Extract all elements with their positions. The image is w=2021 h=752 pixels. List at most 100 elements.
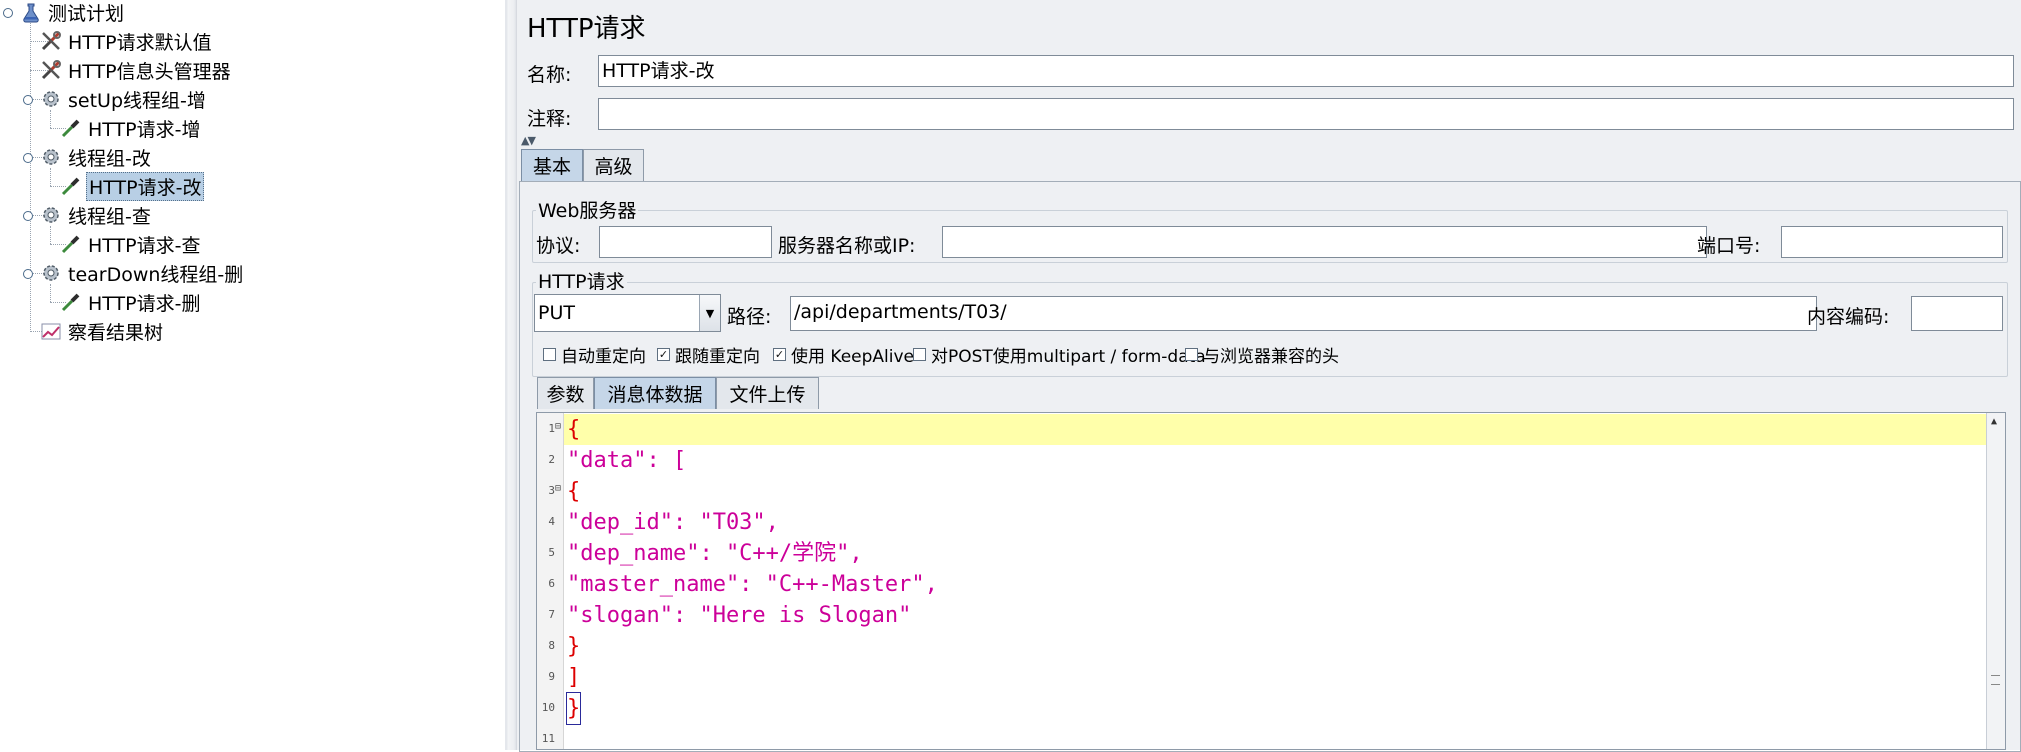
tree-item-label: 线程组-查 — [68, 205, 151, 228]
tab-file-upload[interactable]: 文件上传 — [716, 377, 819, 409]
method-select-value: PUT — [538, 302, 575, 324]
tree-item-test-plan[interactable]: 测试计划 — [20, 0, 126, 26]
tree-item-label: HTTP请求默认值 — [68, 31, 212, 54]
tree-item-label: HTTP请求-增 — [88, 118, 201, 141]
pipette-icon — [60, 117, 82, 139]
expand-toggle-test-plan[interactable] — [3, 8, 13, 18]
tree-item-group-update[interactable]: 线程组-改 — [40, 143, 153, 171]
tab-advanced[interactable]: 高级 — [583, 149, 644, 181]
tree-item-label: HTTP请求-查 — [88, 234, 201, 257]
graph-icon — [40, 320, 62, 342]
tree-item-teardown-group[interactable]: tearDown线程组-删 — [40, 259, 245, 287]
body-data-editor[interactable]: 1 2 3 4 5 6 7 8 9 10 11 ⊟ ⊟ { "data": [ … — [536, 412, 2006, 750]
code-line: { — [567, 417, 581, 442]
checkmark-icon[interactable]: ✓ — [773, 348, 786, 361]
code-line: "master_name": "C++-Master", — [567, 572, 938, 597]
vertical-scrollbar[interactable]: ▲ — [1986, 413, 2005, 749]
checkbox-label: 与浏览器兼容的头 — [1203, 347, 1339, 367]
pipette-icon — [60, 233, 82, 255]
path-label: 路径: — [727, 306, 772, 328]
tree-item-label: 测试计划 — [48, 2, 125, 25]
code-line: { — [567, 479, 581, 504]
scrollbar-grip[interactable] — [1991, 675, 2000, 685]
checkbox-browser-headers[interactable]: 与浏览器兼容的头 — [1185, 342, 1339, 367]
checkbox-box[interactable] — [1185, 348, 1198, 361]
protocol-label: 协议: — [536, 235, 581, 257]
path-field[interactable]: /api/departments/T03/ — [790, 296, 1817, 331]
gear-icon — [40, 88, 62, 110]
line-number: 4 — [548, 515, 555, 528]
current-line-highlight — [564, 414, 2005, 445]
tree-item-label: 线程组-改 — [68, 147, 151, 170]
checkbox-multipart[interactable]: 对POST使用multipart / form-data — [913, 342, 1206, 367]
tab-body-data[interactable]: 消息体数据 — [594, 377, 716, 409]
tree-item-label: HTTP信息头管理器 — [68, 60, 231, 83]
line-number: 10 — [541, 701, 555, 714]
gear-icon — [40, 204, 62, 226]
line-number: 2 — [548, 453, 555, 466]
line-number: 9 — [548, 670, 555, 683]
checkbox-follow-redirects[interactable]: ✓ 跟随重定向 — [657, 342, 760, 367]
protocol-field[interactable] — [599, 226, 772, 258]
gear-icon — [40, 262, 62, 284]
scroll-up-icon[interactable]: ▲ — [1991, 416, 1997, 427]
checkbox-label: 跟随重定向 — [675, 347, 760, 367]
checkbox-keepalive[interactable]: ✓ 使用 KeepAlive — [773, 342, 914, 367]
server-name-label: 服务器名称或IP: — [778, 235, 916, 257]
checkbox-auto-redirect[interactable]: 自动重定向 — [543, 342, 646, 367]
page-title: HTTP请求 — [527, 14, 646, 44]
port-label: 端口号: — [1697, 235, 1761, 257]
tree-item-label: HTTP请求-删 — [88, 292, 201, 315]
pane-splitter[interactable] — [505, 0, 517, 750]
pipette-icon — [60, 175, 82, 197]
tree-item-view-results-tree[interactable]: 察看结果树 — [40, 317, 165, 345]
line-number: 3 — [548, 484, 555, 497]
content-encoding-field[interactable] — [1911, 296, 2003, 331]
checkbox-box[interactable] — [913, 348, 926, 361]
tree-item-group-query[interactable]: 线程组-查 — [40, 201, 153, 229]
expand-toggle-group-update[interactable] — [23, 153, 33, 163]
wrench-icon — [40, 59, 62, 81]
expand-toggle-teardown-group[interactable] — [23, 269, 33, 279]
tree-item-http-request-update[interactable]: HTTP请求-改 — [60, 171, 205, 201]
code-line: "data": [ — [567, 448, 687, 473]
checkbox-label: 使用 KeepAlive — [791, 347, 915, 367]
code-line: } — [565, 692, 582, 725]
line-number: 7 — [548, 608, 555, 621]
tree-item-http-request-query[interactable]: HTTP请求-查 — [60, 230, 202, 258]
pipette-icon — [60, 291, 82, 313]
tree-item-http-defaults[interactable]: HTTP请求默认值 — [40, 27, 214, 55]
expand-toggle-setup-group[interactable] — [23, 95, 33, 105]
fold-toggle-icon[interactable]: ⊟ — [555, 483, 561, 494]
tree-item-http-request-add[interactable]: HTTP请求-增 — [60, 114, 202, 142]
checkmark-icon[interactable]: ✓ — [657, 348, 670, 361]
tab-parameters[interactable]: 参数 — [537, 377, 594, 409]
fold-toggle-icon[interactable]: ⊟ — [555, 421, 561, 432]
checkbox-label: 对POST使用multipart / form-data — [931, 347, 1206, 367]
code-line: "dep_name": "C++/学院", — [567, 541, 863, 566]
tree-item-header-manager[interactable]: HTTP信息头管理器 — [40, 56, 233, 84]
checkbox-box[interactable] — [543, 348, 556, 361]
method-select[interactable]: PUT ▼ — [534, 294, 721, 332]
tree-item-http-request-delete[interactable]: HTTP请求-删 — [60, 288, 202, 316]
name-field[interactable]: HTTP请求-改 — [598, 55, 2014, 87]
expand-toggle-group-query[interactable] — [23, 211, 33, 221]
tree-item-setup-group[interactable]: setUp线程组-增 — [40, 85, 208, 113]
flask-icon — [20, 1, 42, 23]
checkbox-label: 自动重定向 — [561, 347, 646, 367]
web-server-group-title: Web服务器 — [536, 196, 639, 223]
line-number: 1 — [548, 422, 555, 435]
collapse-arrows-icon[interactable]: ▲▼ — [521, 134, 536, 147]
comment-field[interactable] — [598, 98, 2014, 130]
line-number: 11 — [541, 732, 555, 745]
code-line: } — [567, 634, 581, 659]
wrench-icon — [40, 30, 62, 52]
content-encoding-label: 内容编码: — [1807, 306, 1890, 328]
tab-basic[interactable]: 基本 — [521, 149, 583, 181]
tree-item-label: setUp线程组-增 — [68, 89, 206, 112]
server-name-field[interactable] — [942, 226, 1707, 258]
port-field[interactable] — [1781, 226, 2003, 258]
tree-item-label: HTTP请求-改 — [86, 171, 205, 201]
chevron-down-icon[interactable]: ▼ — [699, 295, 720, 331]
code-line: "dep_id": "T03", — [567, 510, 779, 535]
